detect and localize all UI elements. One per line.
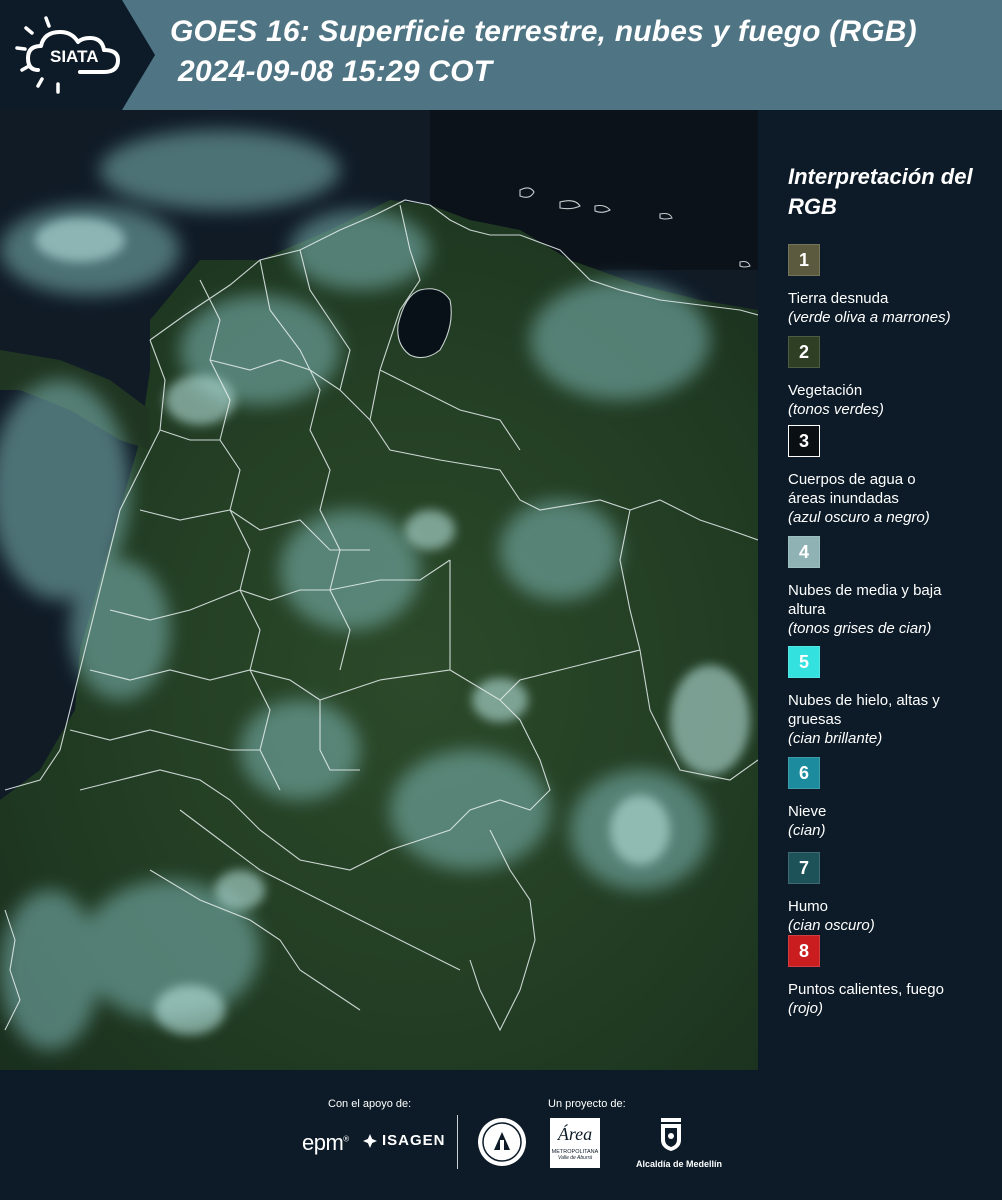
legend-panel: Interpretación del RGB 1 Tierra desnuda (v… [758, 110, 1002, 1070]
page-title: GOES 16: Superficie terrestre, nubes y f… [170, 12, 990, 92]
satellite-image [0, 110, 758, 1070]
isagen-mark-icon [363, 1133, 377, 1148]
legend-item-label: Humo [788, 898, 829, 915]
area-logo-sub2: Valle de Aburrá [557, 1155, 593, 1161]
legend-swatch: 8 [788, 935, 820, 967]
siata-logo: SIATA [0, 0, 155, 110]
legend-swatch: 1 [788, 244, 820, 276]
title-datetime: 2024-09-08 15:29 COT [178, 55, 493, 88]
legend-item-label: Vegetación [788, 382, 863, 399]
satellite-map [0, 110, 758, 1070]
legend-item-7: 7 Humo (cian oscuro) [788, 852, 998, 935]
legend-item-label: Nubes de hielo, altas y gruesas [788, 692, 940, 728]
legend-item-desc: (cian) [788, 822, 826, 839]
alcaldia-medellin-logo: Alcaldía de Medellín [636, 1116, 723, 1169]
legend-item-label: Tierra desnuda [788, 290, 889, 307]
legend-swatch: 4 [788, 536, 820, 568]
footer-divider [457, 1115, 458, 1169]
legend-item-6: 6 Nieve (cian) [788, 757, 998, 840]
area-logo-name: Área [557, 1124, 593, 1144]
legend-item-desc: (azul oscuro a negro) [788, 509, 930, 526]
siata-logo-shape: SIATA [0, 0, 155, 110]
seal-icon [478, 1118, 526, 1166]
legend-item-label: Puntos calientes, fuego [788, 981, 944, 998]
legend-item-3: 3 Cuerpos de agua o áreas inundadas (azul … [788, 425, 998, 527]
legend-item-4: 4 Nubes de media y baja altura (tonos gris… [788, 536, 998, 638]
legend-item-desc: (verde oliva a marrones) [788, 309, 951, 326]
legend-item-desc: (rojo) [788, 1000, 824, 1017]
legend-swatch: 3 [788, 425, 820, 457]
legend-item-desc: (tonos verdes) [788, 401, 884, 418]
project-label: Un proyecto de: [548, 1098, 626, 1110]
legend-swatch: 5 [788, 646, 820, 678]
legend-swatch: 7 [788, 852, 820, 884]
epm-logo-text: epm [302, 1130, 344, 1155]
legend-item-label: Cuerpos de agua o áreas inundadas [788, 471, 916, 507]
legend-item-label: Nieve [788, 803, 827, 820]
isagen-logo-text: ISAGEN [382, 1132, 446, 1149]
legend-title: Interpretación del RGB [788, 164, 973, 219]
legend-item-desc: (tonos grises de cian) [788, 620, 932, 637]
legend-swatch: 2 [788, 336, 820, 368]
legend-swatch: 6 [788, 757, 820, 789]
medellin-shield-icon [661, 1118, 681, 1151]
footer: Con el apoyo de: Un proyecto de: epm® IS… [0, 1070, 1002, 1200]
legend-item-8: 8 Puntos calientes, fuego (rojo) [788, 935, 998, 1018]
isagen-logo: ISAGEN [362, 1132, 446, 1149]
legend-item-label: Nubes de media y baja altura [788, 582, 942, 618]
legend-item-1: 1 Tierra desnuda (verde oliva a marrones) [788, 244, 998, 327]
medellin-logo-text: Alcaldía de Medellín [636, 1159, 723, 1169]
university-seal [476, 1116, 528, 1173]
title-product: GOES 16: Superficie terrestre, nubes y f… [170, 15, 917, 48]
legend-item-5: 5 Nubes de hielo, altas y gruesas (cian br… [788, 646, 998, 748]
legend-item-2: 2 Vegetación (tonos verdes) [788, 336, 998, 419]
epm-logo: epm® [302, 1130, 349, 1155]
header-bar: SIATA GOES 16: Superficie terrestre, nub… [0, 0, 1002, 110]
logo-text: SIATA [50, 47, 98, 66]
legend-item-desc: (cian oscuro) [788, 917, 875, 934]
legend-item-desc: (cian brillante) [788, 730, 883, 747]
area-metropolitana-logo: Área METROPOLITANA Valle de Aburrá [550, 1118, 600, 1168]
support-label: Con el apoyo de: [328, 1098, 412, 1110]
